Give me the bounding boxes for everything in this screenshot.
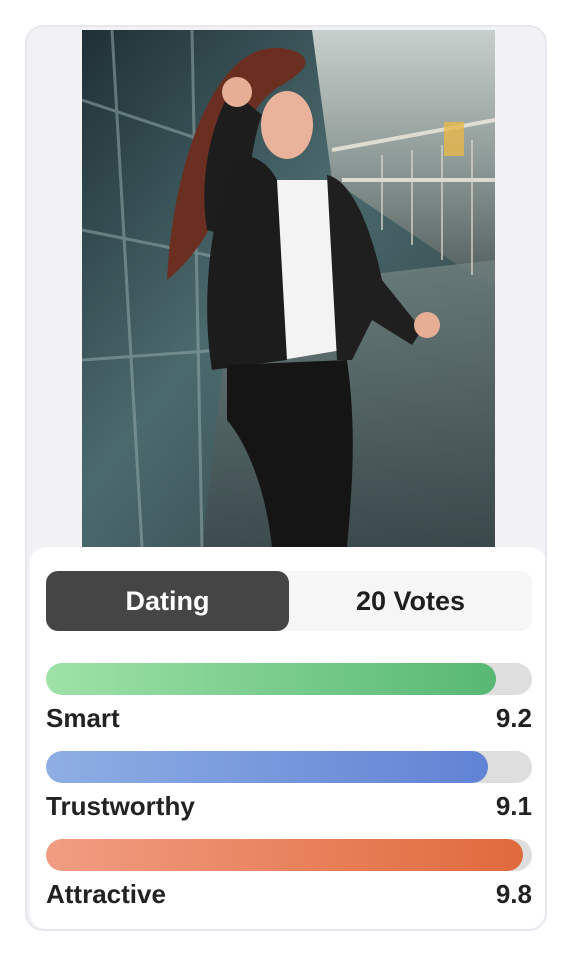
metric-trustworthy: Trustworthy 9.1 <box>46 751 532 831</box>
profile-photo[interactable] <box>82 30 495 547</box>
profile-card: Dating 20 Votes Smart 9.2 Trustworthy 9.… <box>25 25 547 931</box>
rating-panel: Dating 20 Votes Smart 9.2 Trustworthy 9.… <box>30 547 545 929</box>
progress-fill <box>46 751 489 783</box>
tab-dating[interactable]: Dating <box>46 571 289 631</box>
progress-fill <box>46 839 524 871</box>
tab-votes[interactable]: 20 Votes <box>289 571 532 631</box>
progress-track <box>46 663 532 695</box>
metric-smart: Smart 9.2 <box>46 663 532 743</box>
metric-value: 9.8 <box>495 879 532 909</box>
metric-label: Attractive <box>46 879 166 909</box>
metric-value: 9.1 <box>495 791 532 821</box>
metric-label: Smart <box>46 703 120 733</box>
metric-label: Trustworthy <box>46 791 195 821</box>
metric-attractive: Attractive 9.8 <box>46 839 532 919</box>
progress-track <box>46 751 532 783</box>
progress-track <box>46 839 532 871</box>
profile-photo-image <box>82 30 495 547</box>
mode-tabs: Dating 20 Votes <box>46 571 532 631</box>
progress-fill <box>46 663 496 695</box>
metric-value: 9.2 <box>495 703 532 733</box>
